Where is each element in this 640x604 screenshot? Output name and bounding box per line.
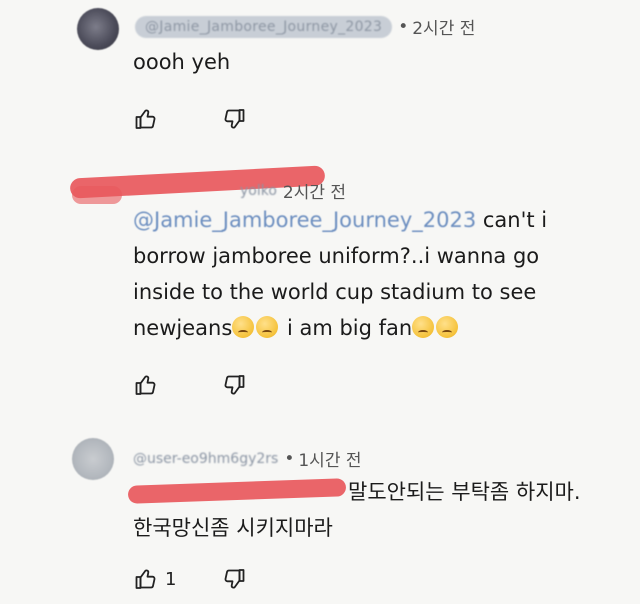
comment-text: 말도안되는 부탁좀 하지마. 한국망신좀 시키지마라 <box>133 480 581 540</box>
thumbs-up-icon[interactable] <box>133 372 159 398</box>
comment-meta: @Jamie_Jamboree_Journey_2023 • 2시간 전 <box>135 14 475 39</box>
thumbs-up-icon[interactable] <box>133 566 159 592</box>
comment-actions <box>133 372 247 398</box>
like-count: 1 <box>165 568 177 590</box>
crying-face-emoji <box>256 316 279 338</box>
comment-actions <box>133 106 247 132</box>
thumbs-down-icon[interactable] <box>221 566 247 592</box>
comment-meta: @user-eo9hm6gy2rs • 1시간 전 <box>133 446 362 472</box>
crying-face-emoji <box>232 316 255 338</box>
timestamp: 1시간 전 <box>298 451 362 471</box>
avatar[interactable] <box>77 8 119 50</box>
comment-text: @Jamie_Jamboree_Journey_2023 can't i bor… <box>133 208 548 340</box>
comment-meta: yolko 2시간 전 <box>240 178 347 204</box>
crying-face-emoji <box>412 316 435 338</box>
separator-dot: • <box>284 448 295 469</box>
comment-text: oooh yeh <box>133 50 231 74</box>
timestamp: 2시간 전 <box>282 183 347 203</box>
author-handle[interactable]: yolko <box>240 183 277 199</box>
mention-link[interactable]: @Jamie_Jamboree_Journey_2023 <box>133 208 476 232</box>
thumbs-down-icon[interactable] <box>221 106 247 132</box>
thumbs-up-icon[interactable] <box>133 106 159 132</box>
author-handle[interactable]: @user-eo9hm6gy2rs <box>133 451 278 467</box>
thumbs-down-icon[interactable] <box>221 372 247 398</box>
comment-actions: 1 <box>133 566 247 592</box>
separator-dot: • <box>398 16 409 37</box>
avatar[interactable] <box>72 438 114 480</box>
crying-face-emoji <box>436 316 459 338</box>
author-handle[interactable]: @Jamie_Jamboree_Journey_2023 <box>135 15 393 38</box>
redaction-mark <box>72 186 122 204</box>
timestamp: 2시간 전 <box>412 19 476 39</box>
